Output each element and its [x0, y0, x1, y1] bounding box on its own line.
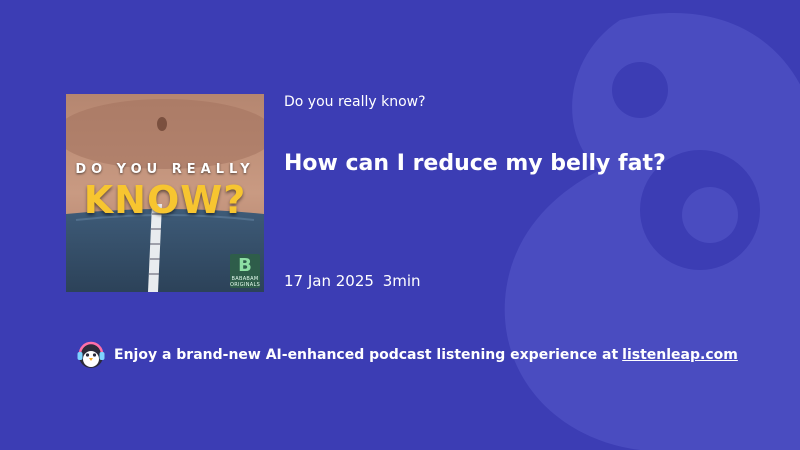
promo-text: Enjoy a brand-new AI-enhanced podcast li…: [114, 347, 619, 363]
bababam-originals-badge: B BABABAM ORIGINALS: [230, 254, 260, 288]
episode-duration: 3min: [382, 272, 421, 290]
cover-title-line1: DO YOU REALLY: [75, 162, 255, 177]
episode-date: 17 Jan 2025: [284, 272, 374, 290]
episode-title: How can I reduce my belly fat?: [284, 151, 666, 176]
badge-text-2: ORIGINALS: [230, 282, 261, 288]
episode-meta: 17 Jan 2025 3min: [284, 272, 421, 290]
show-name-link[interactable]: Do you really know?: [284, 94, 426, 110]
listenleap-link[interactable]: listenleap.com: [622, 347, 738, 363]
bababam-logo-icon: B: [238, 255, 252, 276]
promo-banner: Enjoy a brand-new AI-enhanced podcast li…: [76, 340, 738, 370]
cover-title-line2: KNOW?: [83, 178, 247, 222]
podcast-cover-art[interactable]: DO YOU REALLY KNOW? B BABABAM ORIGINALS: [66, 94, 264, 292]
penguin-headphones-icon: [77, 341, 105, 368]
